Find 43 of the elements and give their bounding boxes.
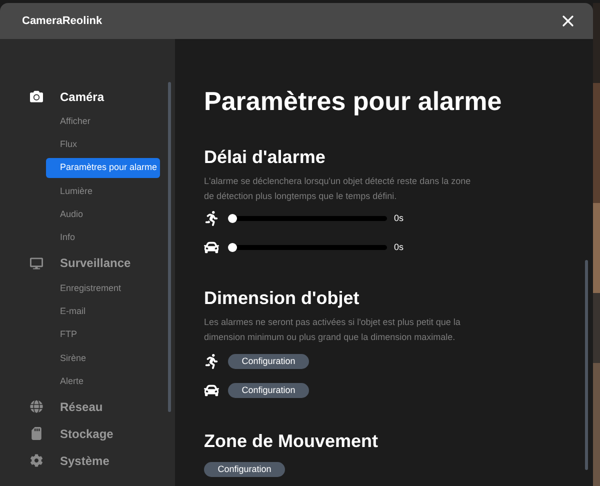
slider-thumb[interactable] <box>228 243 237 252</box>
section-title: Dimension d'objet <box>204 287 360 310</box>
sidebar-item[interactable]: Info <box>46 228 78 248</box>
section-title: Délai d'alarme <box>204 146 326 169</box>
scrollbar[interactable] <box>168 82 171 412</box>
sidebar-item[interactable]: Enregistrement <box>46 278 124 298</box>
running-person-icon <box>204 211 219 226</box>
configuration-button[interactable]: Configuration <box>204 462 285 477</box>
slider-track[interactable] <box>228 216 387 221</box>
configuration-button[interactable]: Configuration <box>228 383 309 398</box>
sidebar-section[interactable]: Réseau <box>60 398 103 416</box>
section-description: Les alarmes ne seront pas activées si l'objet est plus petit que la dimension minimum ou plus grand que la dimension maximale. <box>204 316 462 344</box>
window-title: CameraReolink <box>22 14 102 29</box>
sidebar-item[interactable]: Sirène <box>46 348 88 368</box>
section-title: Zone de Mouvement <box>204 430 380 453</box>
sidebar-item[interactable]: Alerte <box>46 372 86 392</box>
car-icon <box>204 383 219 398</box>
slider-track[interactable] <box>228 245 387 250</box>
settings-icon <box>30 454 43 468</box>
sidebar-section[interactable]: Système <box>60 452 110 470</box>
sidebar-item[interactable]: Lumière <box>46 182 95 202</box>
scrollbar[interactable] <box>585 260 588 470</box>
sidebar-section[interactable]: Caméra <box>60 88 104 106</box>
sidebar-item[interactable]: E-mail <box>46 302 88 322</box>
section-description: L'alarme se déclenchera lorsqu'un objet détecté reste dans la zone de détection plus longtemps que le temps défini. <box>204 175 472 203</box>
sidebar-section[interactable]: Surveillance <box>60 254 131 272</box>
slider-value: 0s <box>394 212 404 225</box>
page-title: Paramètres pour alarme <box>204 85 503 118</box>
sd-card-icon <box>30 427 43 440</box>
configuration-button[interactable]: Configuration <box>228 354 309 369</box>
car-icon <box>204 240 219 255</box>
globe-icon <box>30 400 43 414</box>
monitor-icon <box>30 256 43 270</box>
sidebar-section[interactable]: Stockage <box>60 424 114 443</box>
slider-value: 0s <box>394 240 404 254</box>
sidebar-item[interactable]: Afficher <box>46 112 92 132</box>
sidebar-item[interactable]: Flux <box>46 134 80 155</box>
running-person-icon <box>204 354 219 369</box>
sidebar-item[interactable]: FTP <box>46 325 79 346</box>
camera-icon <box>30 90 43 103</box>
slider-thumb[interactable] <box>228 214 237 223</box>
sidebar-item[interactable]: Audio <box>46 204 86 225</box>
sidebar-item[interactable]: Paramètres pour alarme <box>46 158 160 178</box>
